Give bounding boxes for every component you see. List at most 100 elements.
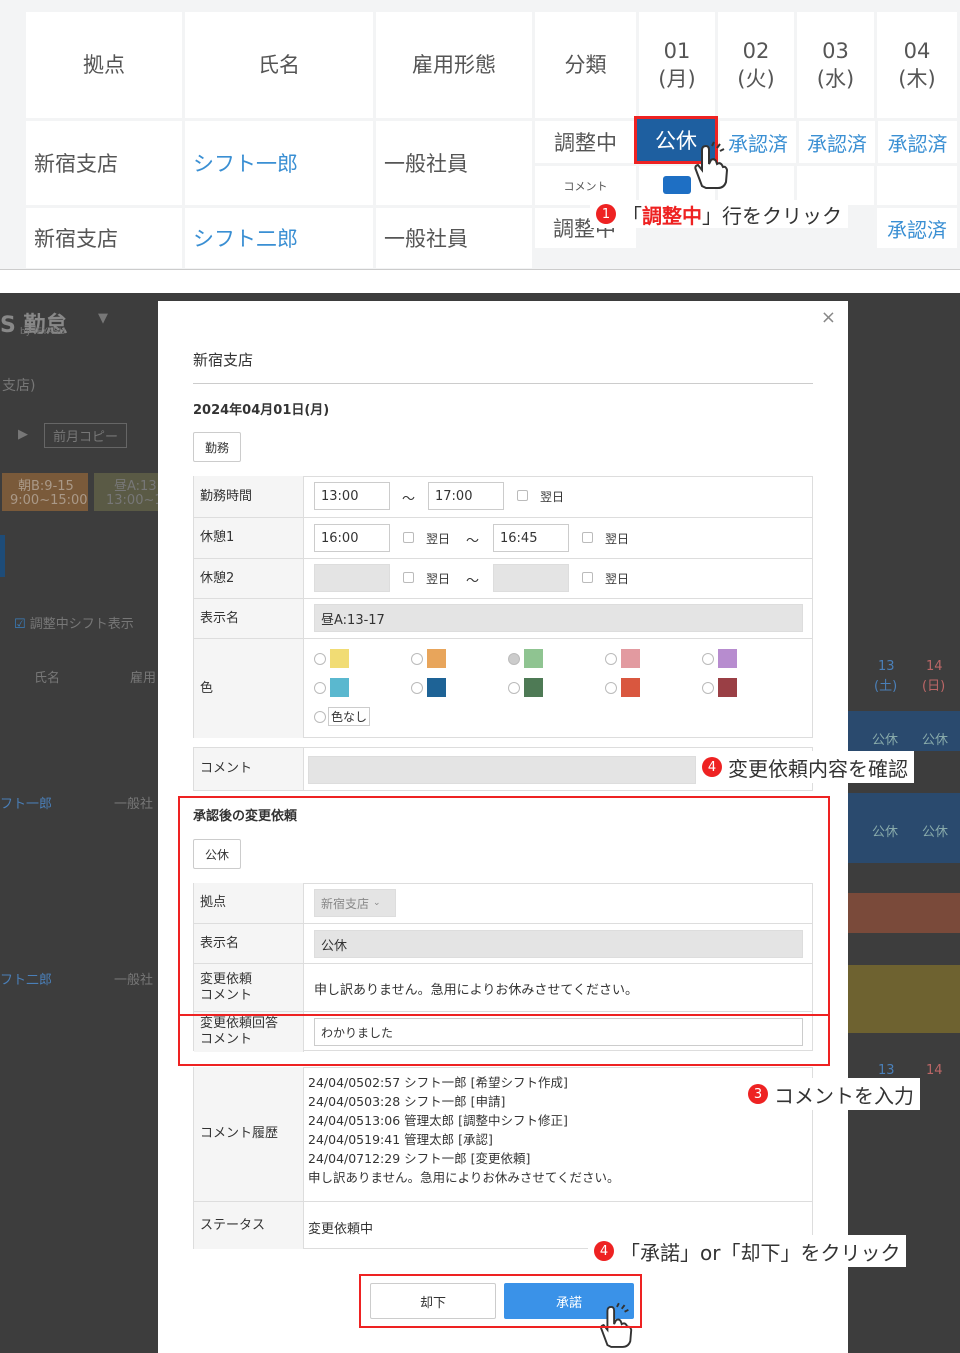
header-day-03[interactable]: 03 (水) <box>797 12 874 118</box>
bg-copy-button[interactable]: 前月コピー <box>44 423 128 448</box>
header-branch: 拠点 <box>26 12 182 118</box>
comment-bubble-icon[interactable] <box>663 176 691 194</box>
history-line: 申し訳ありません。急用によりお休みさせてください。 <box>308 1170 620 1185</box>
row-history: コメント履歴 24/04/0502:57 シフト一郎 [希望シフト作成] 24/0… <box>194 1067 812 1201</box>
color-swatch[interactable] <box>621 649 640 668</box>
bg-type: 一般社 <box>114 797 154 812</box>
step4a-annotation: 4 変更依頼内容を確認 <box>696 751 914 783</box>
bg-pill-time: 9:00~15:00 <box>10 493 88 508</box>
break2-end-next-day-checkbox[interactable] <box>582 572 593 583</box>
color-radio[interactable] <box>314 682 326 694</box>
break2-end-input[interactable] <box>493 564 569 592</box>
bg-kokyu: 公休 <box>922 733 949 748</box>
color-swatch[interactable] <box>718 678 737 697</box>
header-day-04[interactable]: 04 (木) <box>877 12 957 118</box>
header-name: 氏名 <box>185 12 373 118</box>
tilde: ～ <box>402 492 416 507</box>
buttons-highlight <box>359 1274 642 1328</box>
next-day-label: 翌日 <box>605 572 630 586</box>
row2-name-link[interactable]: シフト二郎 <box>185 208 373 268</box>
shift-cell-approved[interactable]: 承認済 <box>877 208 957 248</box>
history-line: 24/04/0502:57 シフト一郎 [希望シフト作成] <box>308 1075 568 1090</box>
color-radio[interactable] <box>702 653 714 665</box>
step3-annotation: 3 コメントを入力 <box>742 1078 920 1110</box>
logo-dropdown-icon[interactable]: ▼ <box>98 311 108 326</box>
bg-name-link[interactable]: フト二郎 <box>0 969 52 988</box>
color-swatch[interactable] <box>621 678 640 697</box>
break2-start-input[interactable] <box>314 564 390 592</box>
label-color: 色 <box>194 639 304 738</box>
shift-cell-approved[interactable]: 承認済 <box>799 121 875 163</box>
bg-kokyu: 公休 <box>872 825 899 840</box>
shift-cell-approved[interactable]: 承認済 <box>878 121 957 163</box>
work-start-input[interactable]: 13:00 <box>314 482 390 510</box>
modal-screenshot: S 勤怠 by IEYASU ▼ 支店) ▶ 前月コピー 朝B:9-15 9:0… <box>0 293 960 1353</box>
break1-start-next-day-checkbox[interactable] <box>403 532 414 543</box>
row-work-time: 勤務時間 13:00 ～ 17:00 翌日 <box>194 476 812 517</box>
row1-name-link[interactable]: シフト一郎 <box>185 121 373 205</box>
bg-arrow-icon[interactable]: ▶ <box>18 427 28 442</box>
header-day-02[interactable]: 02 (火) <box>718 12 794 118</box>
history-table: コメント履歴 24/04/0502:57 シフト一郎 [希望シフト作成] 24/0… <box>193 1067 813 1249</box>
break1-start-input[interactable]: 16:00 <box>314 524 390 552</box>
row-break2: 休憩2 翌日 ～ 翌日 <box>194 558 812 598</box>
row1-employment: 一般社員 <box>376 121 532 205</box>
next-day-checkbox[interactable] <box>517 490 528 501</box>
reply-comment-highlight <box>178 1014 830 1066</box>
color-radio[interactable] <box>314 653 326 665</box>
bg-kokyu: 公休 <box>922 825 949 840</box>
bg-name-link[interactable]: フト一郎 <box>0 793 52 812</box>
color-swatch[interactable] <box>524 678 543 697</box>
color-radio[interactable] <box>411 653 423 665</box>
color-swatch[interactable] <box>330 678 349 697</box>
schedule-screenshot: 拠点 氏名 雇用形態 分類 01 (月) 02 (火) 03 (水) 04 (木) 新宿… <box>0 0 960 270</box>
bg-type: 一般社 <box>114 973 154 988</box>
no-color-radio[interactable] <box>314 711 326 723</box>
next-day-label: 翌日 <box>426 572 451 586</box>
bg-day-14: 14 <box>926 1063 943 1078</box>
break1-end-next-day-checkbox[interactable] <box>582 532 593 543</box>
color-radio[interactable] <box>605 682 617 694</box>
color-radio[interactable] <box>411 682 423 694</box>
color-swatch[interactable] <box>427 649 446 668</box>
tab-work-button[interactable]: 勤務 <box>193 432 241 462</box>
status-value: 変更依頼中 <box>308 1222 374 1237</box>
bg-col-name: 氏名 <box>34 671 61 686</box>
bg-pill-label: 朝B:9-15 <box>18 479 74 494</box>
color-swatch[interactable] <box>330 649 349 668</box>
change-request-highlight <box>178 796 830 1016</box>
bg-accent <box>0 535 5 577</box>
close-icon[interactable]: × <box>821 307 836 328</box>
hand-pointer-icon <box>694 141 729 189</box>
header-employment: 雇用形態 <box>376 12 532 118</box>
color-radio[interactable] <box>702 682 714 694</box>
color-swatch[interactable] <box>524 649 543 668</box>
color-swatch[interactable] <box>427 678 446 697</box>
bg-pill-time: 13:00~1 <box>106 493 163 508</box>
display-name-input[interactable]: 昼A:13-17 <box>314 604 803 632</box>
color-radio[interactable] <box>508 653 520 665</box>
bg-checkbox-row[interactable]: ☑ 調整中シフト表示 <box>14 613 134 632</box>
bg-day-13: 13 <box>878 659 895 674</box>
row2-employment: 一般社員 <box>376 208 532 268</box>
break2-start-next-day-checkbox[interactable] <box>403 572 414 583</box>
color-radio[interactable] <box>605 653 617 665</box>
next-day-label: 翌日 <box>540 490 565 504</box>
next-day-label: 翌日 <box>426 532 451 546</box>
color-swatch[interactable] <box>718 649 737 668</box>
row1-class-adjusting[interactable]: 調整中 <box>535 121 636 163</box>
header-day-01[interactable]: 01 (月) <box>639 12 715 118</box>
work-form-table: 勤務時間 13:00 ～ 17:00 翌日 休憩1 16:00 翌日 ～ 16:… <box>193 476 813 738</box>
logo-subtitle: by IEYASU <box>20 327 66 337</box>
divider <box>193 383 813 384</box>
label-display-name: 表示名 <box>194 599 304 638</box>
work-end-input[interactable]: 17:00 <box>428 482 504 510</box>
break1-end-input[interactable]: 16:45 <box>493 524 569 552</box>
history-line: 24/04/0519:41 管理太郎 [承認] <box>308 1132 493 1147</box>
label-status: ステータス <box>194 1202 304 1249</box>
row2-branch: 新宿支店 <box>26 208 182 268</box>
header-class: 分類 <box>535 12 636 118</box>
comment-input[interactable] <box>308 756 696 784</box>
row-display-name: 表示名 昼A:13-17 <box>194 598 812 638</box>
color-radio[interactable] <box>508 682 520 694</box>
